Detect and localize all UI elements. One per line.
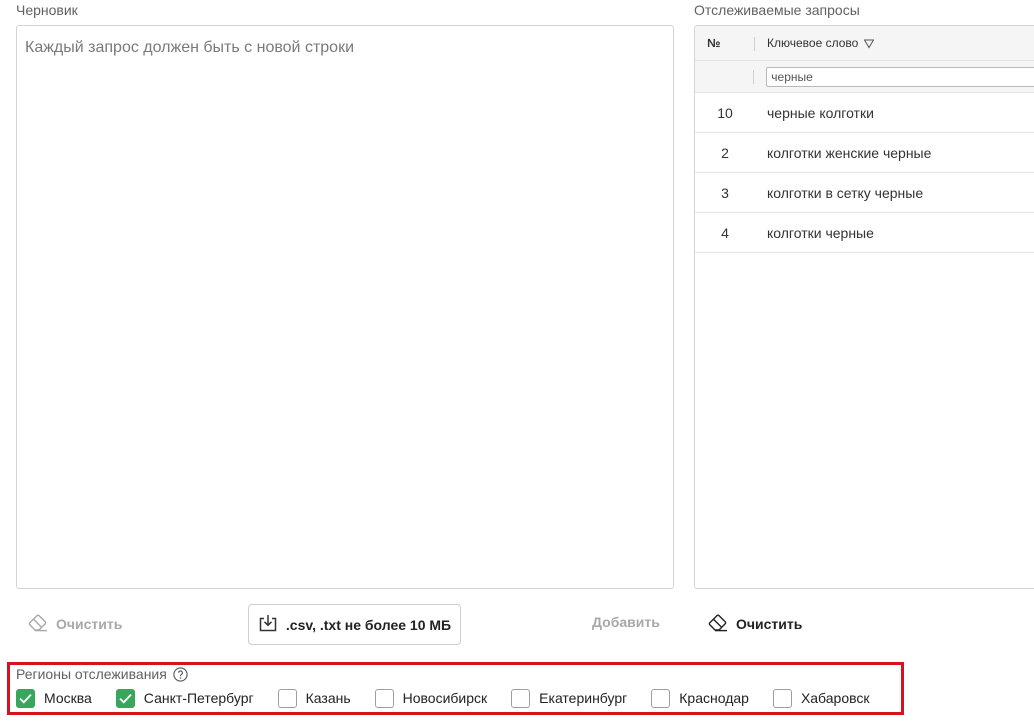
upload-file-label: .csv, .txt не более 10 МБ: [285, 616, 452, 633]
clear-tracked-label: Очистить: [736, 616, 803, 632]
tracked-table: № Ключевое слово 10 черные колготки 2 ко…: [694, 25, 1034, 589]
download-tray-icon: [258, 614, 278, 635]
region-checkbox[interactable]: [16, 688, 35, 708]
regions-list: Москва Санкт-Петербург Казань Новосибирс…: [16, 687, 894, 709]
eraser-icon: [708, 613, 728, 635]
row-num: 3: [721, 184, 729, 201]
table-row[interactable]: 10 черные колготки: [695, 93, 1034, 133]
clear-draft-button[interactable]: Очистить: [28, 612, 122, 636]
table-row[interactable]: 3 колготки в сетку черные: [695, 173, 1034, 213]
region-checkbox[interactable]: [651, 688, 671, 708]
keyword-filter-input[interactable]: [766, 66, 1034, 87]
clear-tracked-button[interactable]: Очистить: [708, 612, 802, 636]
filter-row: [695, 61, 1034, 93]
region-khabarovsk[interactable]: Хабаровск: [772, 688, 870, 708]
table-row[interactable]: 2 колготки женские черные: [695, 133, 1034, 173]
region-ekaterinburg[interactable]: Екатеринбург: [511, 688, 628, 708]
row-keyword: колготки женские черные: [767, 144, 932, 161]
row-num: 2: [721, 144, 729, 161]
region-kazan[interactable]: Казань: [277, 688, 351, 708]
upload-file-button[interactable]: .csv, .txt не более 10 МБ: [248, 604, 461, 645]
regions-title: Регионы отслеживания: [16, 666, 188, 682]
region-label: Москва: [44, 690, 92, 706]
region-checkbox[interactable]: [772, 688, 792, 708]
region-checkbox[interactable]: [277, 688, 297, 708]
region-novosibirsk[interactable]: Новосибирск: [374, 688, 488, 708]
filter-icon[interactable]: [863, 38, 875, 49]
region-label: Хабаровск: [800, 690, 870, 706]
column-header-keyword-label: Ключевое слово: [767, 36, 859, 50]
region-checkbox[interactable]: [374, 688, 394, 708]
add-button[interactable]: Добавить: [592, 614, 660, 630]
region-label: Казань: [305, 690, 351, 706]
region-krasnodar[interactable]: Краснодар: [651, 688, 749, 708]
table-row[interactable]: 4 колготки черные: [695, 213, 1034, 253]
table-header: № Ключевое слово: [695, 26, 1034, 61]
column-header-num[interactable]: №: [695, 36, 755, 51]
row-keyword: черные колготки: [767, 104, 874, 121]
row-num: 10: [717, 104, 733, 121]
row-keyword: колготки черные: [767, 224, 874, 241]
column-header-keyword[interactable]: Ключевое слово: [755, 36, 875, 50]
region-label: Екатеринбург: [539, 690, 628, 706]
draft-textarea[interactable]: [17, 26, 673, 588]
clear-draft-label: Очистить: [56, 616, 123, 632]
regions-title-label: Регионы отслеживания: [16, 666, 167, 682]
region-label: Санкт-Петербург: [143, 690, 254, 706]
eraser-icon: [28, 613, 48, 635]
check-icon: [19, 693, 32, 704]
check-icon: [119, 693, 132, 704]
region-label: Краснодар: [679, 690, 749, 706]
region-label: Новосибирск: [402, 690, 488, 706]
table-body: 10 черные колготки 2 колготки женские че…: [695, 93, 1034, 253]
draft-label: Черновик: [16, 2, 78, 18]
region-checkbox[interactable]: [115, 688, 135, 708]
region-checkbox[interactable]: [511, 688, 531, 708]
region-moscow[interactable]: Москва: [16, 688, 92, 708]
region-spb[interactable]: Санкт-Петербург: [115, 688, 254, 708]
tracked-label: Отслеживаемые запросы: [694, 2, 860, 18]
row-keyword: колготки в сетку черные: [767, 184, 924, 201]
row-num: 4: [721, 224, 729, 241]
draft-area: [16, 25, 674, 589]
question-circle-icon[interactable]: [173, 666, 188, 682]
